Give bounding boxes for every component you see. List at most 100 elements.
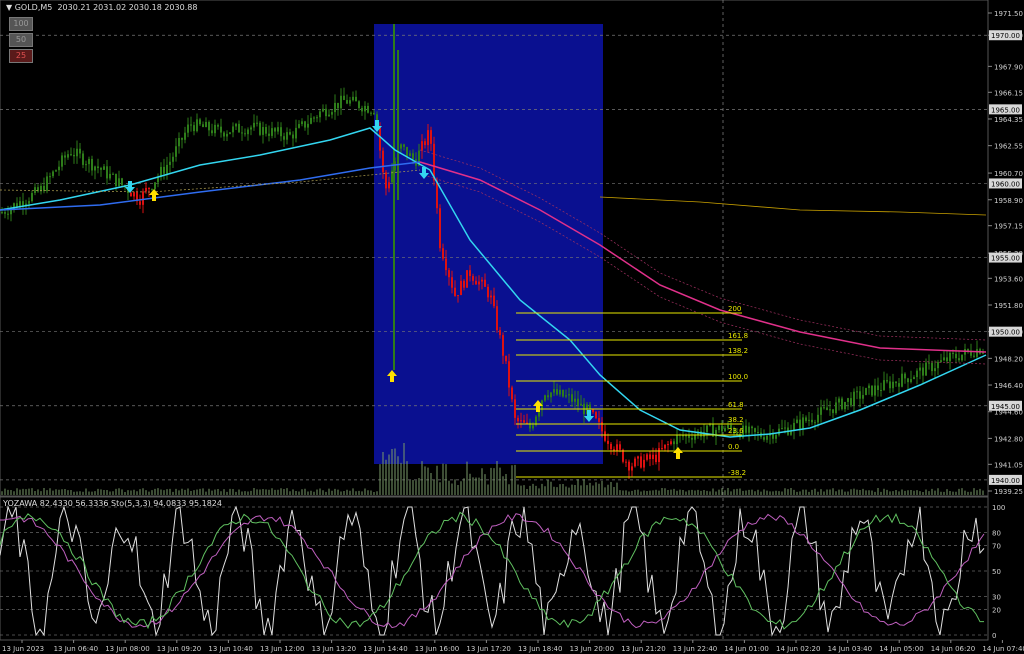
candle-body: [547, 395, 549, 398]
candle-body: [100, 168, 102, 170]
candle-body: [880, 389, 882, 391]
candle-body: [919, 367, 921, 371]
candle-body: [475, 280, 477, 285]
candle-body: [871, 385, 873, 396]
candle-body: [925, 362, 927, 376]
candle-body: [145, 187, 147, 192]
fib-label: 38.2: [728, 416, 744, 424]
price-level-label: 1940.00: [991, 477, 1020, 485]
time-label: 13 Jun 12:00: [260, 645, 304, 653]
candle-body: [568, 394, 570, 396]
candle-body: [751, 426, 753, 429]
candle-body: [955, 353, 957, 359]
time-label: 13 Jun 10:40: [208, 645, 252, 653]
medium-ma-line: [0, 161, 421, 211]
candle-body: [835, 402, 837, 414]
candle-body: [907, 378, 909, 383]
candle-body: [70, 154, 72, 156]
price-tick-label: 1967.90: [994, 63, 1023, 71]
indicator-level-label: 80: [992, 530, 1001, 538]
price-tick-label: 1957.15: [994, 223, 1023, 231]
candle-body: [196, 119, 198, 132]
candle-body: [724, 428, 726, 432]
level-25-button[interactable]: 25: [9, 49, 33, 63]
candle-body: [565, 395, 567, 397]
candle-body: [313, 117, 315, 119]
candle-body: [451, 277, 453, 288]
candle-body: [778, 428, 780, 435]
price-chart[interactable]: 200161.8138.2100.061.838.223.60.0-38.219…: [0, 0, 1024, 654]
candle-body: [442, 248, 444, 259]
candle-body: [841, 398, 843, 410]
candle-body: [148, 187, 150, 190]
time-label: 13 Jun 16:00: [415, 645, 459, 653]
candle-body: [916, 370, 918, 378]
candle-body: [79, 148, 81, 154]
candle-body: [427, 130, 429, 146]
price-tick-label: 1964.35: [994, 116, 1023, 124]
candle-body: [754, 428, 756, 433]
time-label: 14 Jun 05:00: [879, 645, 923, 653]
candle-body: [406, 146, 408, 157]
candle-body: [838, 398, 840, 403]
price-level-label: 1945.00: [991, 403, 1020, 411]
candle-body: [550, 392, 552, 398]
candle-body: [241, 132, 243, 134]
candle-body: [499, 330, 501, 336]
candle-body: [559, 389, 561, 395]
candle-body: [628, 461, 630, 471]
price-tick-label: 1939.25: [994, 488, 1023, 496]
candle-body: [490, 295, 492, 298]
candle-body: [193, 125, 195, 132]
candle-body: [466, 270, 468, 288]
candle-body: [97, 166, 99, 169]
candle-body: [850, 398, 852, 406]
candle-body: [304, 121, 306, 128]
candle-body: [1, 212, 3, 214]
time-label: 14 Jun 06:20: [931, 645, 975, 653]
candle-body: [865, 388, 867, 396]
candle-body: [562, 389, 564, 397]
candle-body: [604, 431, 606, 441]
candle-body: [757, 432, 759, 434]
time-label: 13 Jun 09:20: [157, 645, 201, 653]
candle-body: [337, 102, 339, 109]
candle-body: [595, 412, 597, 419]
candle-body: [544, 395, 546, 401]
candle-body: [118, 178, 120, 187]
candle-body: [259, 122, 261, 135]
level-50-button[interactable]: 50: [9, 33, 33, 47]
candle-body: [877, 385, 879, 390]
candle-body: [610, 443, 612, 450]
candle-body: [277, 127, 279, 132]
candle-body: [430, 130, 432, 144]
indicator-level-label: 50: [992, 568, 1001, 576]
candle-body: [883, 380, 885, 391]
chart-window[interactable]: 200 161.8 138.2 100.0 61.8 38.2 23.6 0.0 -38.2 19…: [0, 0, 1024, 654]
fib-label: -38.2: [728, 469, 746, 477]
candle-body: [409, 153, 411, 157]
candle-body: [625, 461, 627, 463]
level-100-button[interactable]: 100: [9, 17, 33, 31]
candle-body: [808, 419, 810, 421]
candle-body: [481, 279, 483, 282]
price-tick-label: 1948.20: [994, 355, 1023, 363]
fib-label: 138.2: [728, 347, 748, 355]
candle-body: [31, 193, 33, 202]
time-label: 14 Jun 01:00: [724, 645, 768, 653]
candle-body: [811, 419, 813, 423]
price-tick-label: 1960.70: [994, 170, 1023, 178]
candle-body: [385, 172, 387, 189]
candle-body: [364, 105, 366, 112]
candle-body: [943, 357, 945, 361]
candle-body: [280, 127, 282, 137]
price-tick-label: 1951.80: [994, 302, 1023, 310]
sell-signal-arrow-icon: [125, 181, 135, 193]
candle-body: [502, 335, 504, 356]
candle-body: [616, 444, 618, 452]
menu-triangle-icon[interactable]: ▼: [6, 3, 12, 12]
candle-body: [655, 454, 657, 463]
candle-body: [412, 153, 414, 160]
candle-body: [355, 96, 357, 102]
candle-body: [424, 141, 426, 146]
